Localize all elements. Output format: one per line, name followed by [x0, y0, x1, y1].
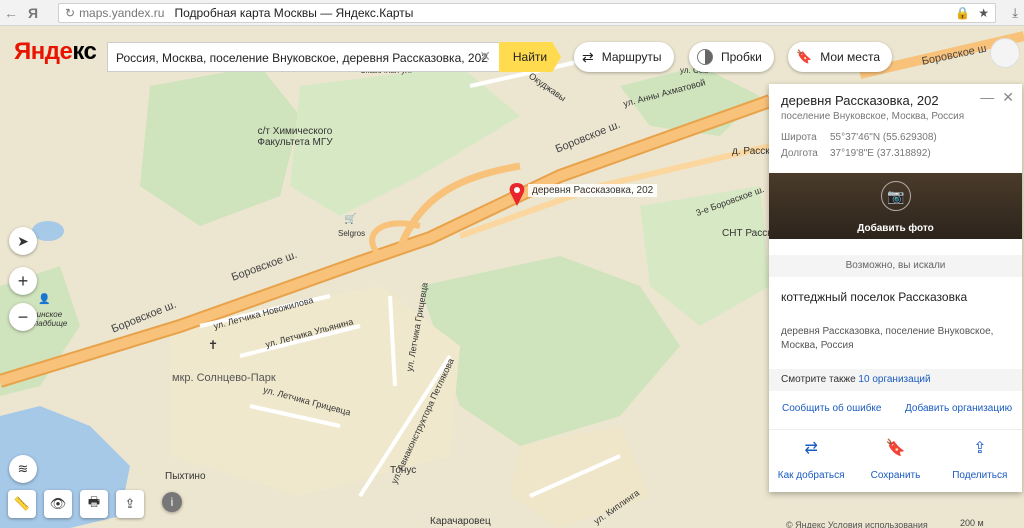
search-input[interactable]: Россия, Москва, поселение Внуковское, де…: [107, 42, 499, 72]
browser-toolbar: ← Я ↻ maps.yandex.ru Подробная карта Мос…: [0, 0, 1024, 26]
shop-icon: 🛒: [344, 214, 357, 225]
route-icon: ⇄: [582, 48, 594, 65]
page-title: Подробная карта Москвы — Яндекс.Карты: [174, 6, 414, 20]
coop-label: с/т Химического Факультета МГУ: [257, 126, 333, 148]
org-title[interactable]: коттеджный поселок Рассказовка: [781, 289, 981, 305]
place-label: д. Расск: [732, 146, 770, 157]
save-action[interactable]: 🔖 Сохранить: [853, 430, 937, 492]
share-icon[interactable]: ⇪: [116, 490, 144, 518]
url-text: maps.yandex.ru: [79, 6, 165, 20]
find-label: Найти: [512, 50, 548, 64]
cemetery-icon: 👤: [38, 294, 51, 305]
my-places-label: Мои места: [820, 50, 880, 64]
close-icon[interactable]: ✕: [1002, 89, 1014, 106]
zoom-out-button[interactable]: −: [9, 303, 37, 331]
place-label: Тонус: [390, 465, 417, 476]
route-action[interactable]: ⇄ Как добраться: [769, 430, 853, 492]
save-action-label: Сохранить: [870, 470, 921, 481]
back-icon[interactable]: ←: [0, 2, 22, 24]
maybe-header: Возможно, вы искали: [769, 255, 1022, 277]
latitude-key: Широта: [781, 132, 817, 143]
refresh-icon[interactable]: ↻: [65, 6, 75, 20]
routes-button[interactable]: ⇄ Маршруты: [574, 42, 674, 72]
share-action-label: Поделиться: [952, 470, 1008, 481]
selgros-label: Selgros: [338, 229, 366, 238]
report-error-link[interactable]: Сообщить об ошибке: [782, 403, 881, 414]
geolocation-icon[interactable]: ➤: [9, 227, 37, 255]
see-also-row: Смотрите также 10 организаций: [769, 369, 1022, 391]
my-places-button[interactable]: 🔖 Мои места: [788, 42, 892, 72]
latitude-value: 55°37'46"N (55.629308): [830, 132, 937, 143]
download-icon[interactable]: ⤓: [1012, 5, 1018, 21]
share-icon: ⇪: [973, 440, 987, 457]
panorama-icon[interactable]: 👁: [44, 490, 72, 518]
scale-bar: 200 м: [960, 518, 984, 528]
yandex-logo[interactable]: Яндекс: [14, 38, 97, 66]
ruler-icon[interactable]: 📏: [8, 490, 36, 518]
zoom-in-button[interactable]: +: [9, 267, 37, 295]
route-icon: ⇄: [804, 440, 818, 457]
place-label: СНТ Расск: [722, 228, 772, 239]
search-value: Россия, Москва, поселение Внуковское, де…: [116, 51, 488, 65]
bookmark-icon: 🔖: [885, 440, 906, 457]
traffic-label: Пробки: [721, 50, 762, 64]
address-bar[interactable]: ↻ maps.yandex.ru Подробная карта Москвы …: [58, 3, 996, 23]
routes-label: Маршруты: [601, 50, 662, 64]
clear-icon[interactable]: ✕: [479, 48, 491, 65]
layers-icon[interactable]: ≋: [9, 455, 37, 483]
see-also-prefix: Смотрите также: [781, 374, 856, 385]
map-tools: 📏 👁 🖶 ⇪: [8, 490, 144, 518]
yandex-browser-icon[interactable]: Я: [22, 2, 44, 24]
camera-icon: 📷: [881, 181, 911, 211]
bookmark-star-icon[interactable]: ★: [978, 6, 989, 20]
traffic-icon: [697, 49, 713, 65]
place-label: Пыхтино: [165, 471, 206, 482]
print-icon[interactable]: 🖶: [80, 490, 108, 518]
info-icon[interactable]: i: [162, 492, 182, 512]
church-icon: ✝: [208, 338, 219, 352]
place-title: деревня Рассказовка, 202: [781, 93, 939, 108]
route-action-label: Как добраться: [777, 470, 845, 481]
see-also-link[interactable]: 10 организаций: [858, 374, 930, 385]
lock-icon: 🔒: [955, 6, 971, 20]
org-address: деревня Рассказовка, поселение Внуковско…: [781, 326, 994, 351]
district-label: мкр. Солнцево-Парк: [172, 372, 276, 384]
find-button[interactable]: Найти: [499, 42, 561, 72]
place-label: Карачаровец: [430, 516, 491, 527]
action-bar: ⇄ Как добраться 🔖 Сохранить ⇪ Поделиться: [769, 429, 1022, 492]
traffic-button[interactable]: Пробки: [689, 42, 774, 72]
add-photo-label: Добавить фото: [857, 223, 934, 234]
pin-label[interactable]: деревня Рассказовка, 202: [528, 184, 658, 197]
longitude-value: 37°19'8"E (37.318892): [830, 148, 931, 159]
bookmark-icon: 🔖: [796, 49, 813, 64]
longitude-key: Долгота: [781, 148, 818, 159]
user-avatar[interactable]: [990, 38, 1020, 68]
logo-main: Янде: [14, 38, 73, 65]
copyright[interactable]: © Яндекс Условия использования: [786, 520, 928, 528]
minimize-icon[interactable]: —: [980, 89, 994, 106]
add-photo-button[interactable]: 📷 Добавить фото: [769, 173, 1022, 239]
add-org-link[interactable]: Добавить организацию: [905, 403, 1012, 414]
place-card: — ✕ деревня Рассказовка, 202 поселение В…: [769, 84, 1022, 492]
place-subtitle: поселение Внуковское, Москва, Россия: [781, 111, 965, 122]
share-action[interactable]: ⇪ Поделиться: [938, 430, 1022, 492]
logo-rest: кс: [72, 38, 97, 65]
